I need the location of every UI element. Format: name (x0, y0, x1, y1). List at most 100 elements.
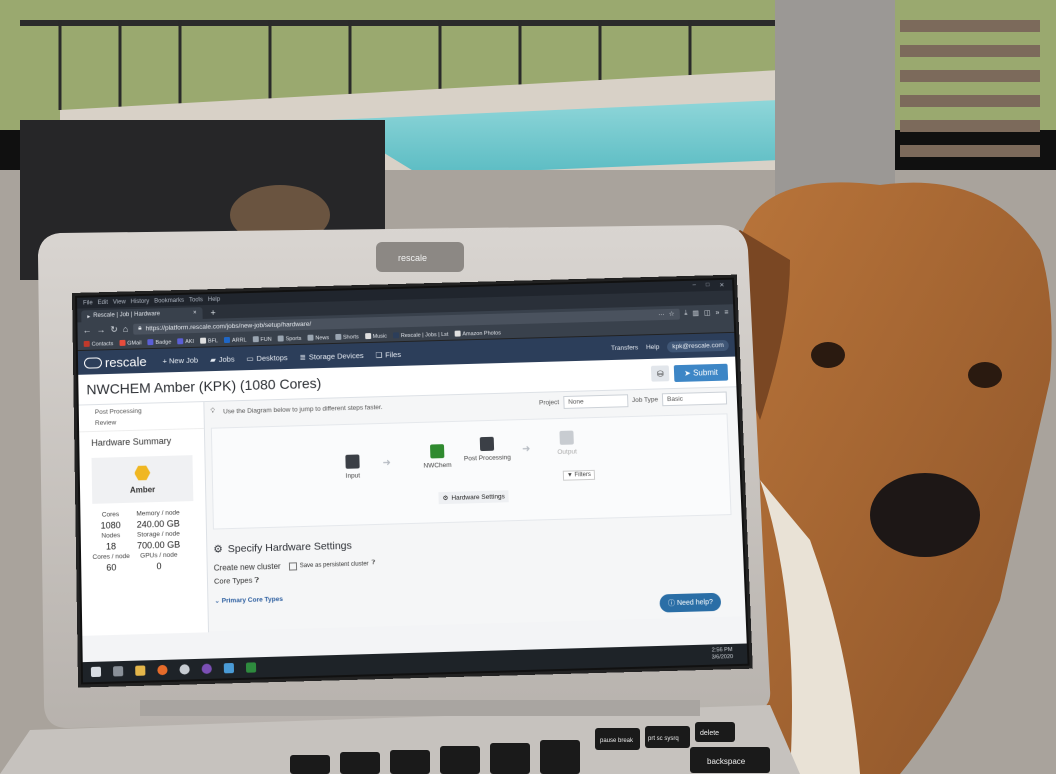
bookmark-amazon-photos[interactable]: Amazon Photos (454, 329, 501, 337)
save-icon[interactable]: ⛁ (651, 365, 670, 382)
job-sidebar: Post Processing Review Hardware Summary … (78, 402, 210, 636)
excel-icon[interactable] (245, 662, 257, 673)
need-help-button[interactable]: ⓘ Need help? (659, 592, 722, 613)
minimize-icon[interactable]: – (692, 283, 696, 290)
task-view-icon[interactable] (113, 666, 124, 677)
menu-tools[interactable]: Tools (189, 297, 203, 303)
toolbar-extensions: ⤓ ▥ ◫ » ≡ (684, 308, 728, 317)
new-tab-button[interactable]: + (206, 307, 219, 319)
diagram-node-nwchem[interactable]: NWChem (412, 444, 463, 470)
filters-button[interactable]: ▼ Filters (562, 469, 596, 481)
app-icon[interactable] (201, 663, 212, 674)
diagram-node-input[interactable]: Input (327, 454, 378, 480)
workflow-diagram: Input ➜ NWChem Post Processing ➜ Output … (210, 413, 732, 530)
job-title[interactable]: NWCHEM Amber (KPK) (1080 Cores) (86, 375, 321, 397)
stat-value: 0 (156, 561, 162, 572)
system-clock[interactable]: 2:56 PM 3/6/2020 (711, 647, 739, 662)
job-type-label: Job Type (631, 395, 659, 404)
key-pause: pause break (600, 738, 634, 744)
library-icon[interactable]: ▥ (692, 309, 699, 317)
stat-label: Nodes (101, 532, 121, 540)
stat-label: Memory / node (136, 509, 180, 518)
bookmark-shorts[interactable]: Shorts (334, 333, 359, 341)
bookmark-gmail[interactable]: GMail (119, 339, 142, 347)
firefox-icon[interactable] (157, 664, 168, 676)
create-cluster-label: Create new cluster (213, 561, 281, 573)
monitor-icon: ▭ (246, 353, 254, 363)
sidebar-icon[interactable]: ◫ (704, 309, 711, 317)
project-label: Project (538, 398, 560, 407)
tab-close-icon[interactable]: × (193, 310, 197, 316)
help-icon[interactable]: ❓︎ (372, 560, 376, 567)
nav-jobs[interactable]: ▰ Jobs (210, 354, 235, 364)
reload-icon[interactable]: ↻ (110, 324, 118, 335)
bookmark-rescale-jobs[interactable]: Rescale | Jobs | Lst (392, 330, 449, 339)
nav-desktops[interactable]: ▭ Desktops (246, 353, 287, 363)
help-icon[interactable]: ❓︎ (254, 575, 259, 584)
rescale-logo[interactable]: rescale (83, 354, 147, 371)
hardware-name: Amber (129, 484, 156, 495)
account-menu[interactable]: kpk@rescale.com (667, 339, 729, 353)
bookmark-contacts[interactable]: Contacts (83, 340, 113, 348)
menu-bookmarks[interactable]: Bookmarks (154, 297, 184, 304)
storage-icon: ≣ (299, 352, 306, 362)
persistent-cluster-checkbox[interactable]: Save as persistent cluster ❓︎ (288, 560, 376, 571)
nav-transfers[interactable]: Transfers (611, 344, 638, 352)
bookmark-star-icon[interactable]: ☆ (668, 310, 675, 318)
bookmark-bfl[interactable]: BFL (199, 337, 218, 344)
job-type-select[interactable]: Basic (661, 391, 728, 406)
bookmark-aki[interactable]: AKI (177, 337, 194, 345)
send-icon: ➤ (683, 368, 694, 378)
primary-core-types-toggle[interactable]: ⌄ Primary Core Types (214, 582, 734, 605)
home-icon[interactable]: ⌂ (123, 324, 129, 334)
tab-title: Rescale | Job | Hardware (93, 311, 161, 320)
nav-new-job[interactable]: + New Job (163, 355, 199, 365)
rescale-main-nav: + New Job ▰ Jobs ▭ Desktops ≣ Storage Devic… (163, 350, 402, 366)
cloud-icon (83, 356, 103, 369)
overflow-icon[interactable]: » (715, 309, 719, 316)
download-icon[interactable]: ⤓ (684, 309, 687, 317)
project-select[interactable]: None (562, 393, 629, 409)
hamburger-menu-icon[interactable]: ≡ (724, 309, 728, 316)
menu-file[interactable]: File (83, 300, 93, 306)
bookmark-news[interactable]: News (307, 334, 329, 342)
arrow-icon: ➜ (382, 457, 392, 469)
page-actions-icon[interactable]: ··· (658, 311, 665, 318)
submit-button[interactable]: ➤ Submit (673, 363, 729, 382)
back-icon[interactable]: ← (82, 325, 91, 335)
job-setup-page: NWCHEM Amber (KPK) (1080 Cores) ⛁ ➤ Subm… (78, 356, 746, 636)
hardware-settings-step[interactable]: ⚙ Hardware Settings (438, 490, 510, 505)
app-icon[interactable] (179, 664, 190, 675)
maximize-icon[interactable]: □ (706, 282, 710, 289)
stat-label: GPUs / node (140, 551, 178, 560)
stat-label: Cores (101, 511, 120, 519)
diagram-node-output[interactable]: Output (541, 430, 592, 456)
stat-value: 700.00 GB (136, 539, 181, 551)
bookmark-badge[interactable]: Badge (147, 338, 171, 346)
diagram-node-post-processing[interactable]: Post Processing (462, 436, 513, 463)
webcam-label: rescale (398, 253, 427, 263)
key-prtsc: prt sc sysrq (648, 736, 679, 742)
key-backspace: backspace (707, 757, 746, 766)
nav-files[interactable]: ❏ Files (375, 350, 401, 360)
app-icon[interactable] (223, 662, 235, 674)
windows-start-icon[interactable] (90, 666, 102, 678)
menu-view[interactable]: View (113, 299, 126, 305)
menu-edit[interactable]: Edit (98, 299, 108, 305)
nav-storage-devices[interactable]: ≣ Storage Devices (299, 351, 363, 362)
lock-icon: 🔒︎ (138, 324, 142, 332)
menu-help[interactable]: Help (208, 296, 220, 302)
hardware-stats: Cores Memory / node 1080 240.00 GB Nodes… (80, 505, 207, 578)
bookmark-music[interactable]: Music (364, 332, 387, 340)
file-explorer-icon[interactable] (135, 665, 146, 676)
nav-help[interactable]: Help (646, 343, 660, 350)
bookmark-fun[interactable]: FUN (252, 335, 272, 343)
step-review[interactable]: Review (95, 415, 188, 429)
menu-history[interactable]: History (131, 298, 150, 304)
bookmark-arrl[interactable]: ARRL (223, 336, 247, 344)
step-list: Post Processing Review (79, 402, 204, 431)
close-icon[interactable]: ✕ (719, 282, 724, 289)
forward-icon[interactable]: → (96, 325, 105, 335)
bookmark-sports[interactable]: Sports (277, 334, 301, 342)
nwchem-icon (430, 444, 445, 459)
